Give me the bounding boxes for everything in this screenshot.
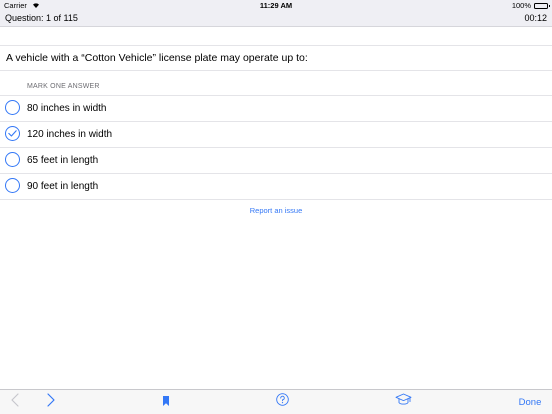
answer-instruction: MARK ONE ANSWER: [27, 83, 100, 90]
answer-label: 120 inches in width: [27, 129, 113, 140]
graduation-cap-icon: [395, 393, 412, 411]
battery-indicator: 100%: [511, 0, 550, 11]
quiz-header: Question: 1 of 115 00:12: [0, 11, 552, 27]
help-button[interactable]: [272, 390, 292, 414]
answer-label: 90 feet in length: [27, 181, 99, 192]
study-mode-button[interactable]: [392, 390, 414, 414]
chevron-left-icon: [11, 392, 19, 412]
bookmark-button[interactable]: [156, 390, 176, 414]
question-card: A vehicle with a “Cotton Vehicle” licens…: [0, 45, 552, 71]
done-button[interactable]: Done: [512, 390, 548, 414]
bottom-toolbar: Done: [0, 389, 552, 414]
answer-option-4[interactable]: 90 feet in length: [0, 174, 552, 200]
battery-percent: 100%: [511, 1, 531, 10]
question-text: A vehicle with a “Cotton Vehicle” licens…: [6, 52, 308, 64]
quiz-timer: 00:12: [524, 13, 547, 23]
answer-label: 80 inches in width: [27, 103, 107, 114]
answer-list: 80 inches in width 120 inches in width 6…: [0, 95, 552, 200]
radio-checked-icon[interactable]: [5, 126, 20, 141]
report-issue-link[interactable]: Report an issue: [0, 206, 552, 215]
question-counter: Question: 1 of 115: [5, 13, 78, 23]
help-icon: [275, 393, 289, 411]
chevron-right-icon: [47, 392, 55, 412]
status-time: 11:29 AM: [259, 1, 293, 10]
answer-option-1[interactable]: 80 inches in width: [0, 96, 552, 122]
radio-unselected-icon[interactable]: [5, 100, 20, 115]
answer-option-2[interactable]: 120 inches in width: [0, 122, 552, 148]
battery-icon: [534, 2, 550, 9]
answer-instruction-section: MARK ONE ANSWER: [0, 71, 552, 96]
answer-option-3[interactable]: 65 feet in length: [0, 148, 552, 174]
next-button[interactable]: [40, 390, 62, 414]
radio-unselected-icon[interactable]: [5, 152, 20, 167]
answer-label: 65 feet in length: [27, 155, 99, 166]
radio-unselected-icon[interactable]: [5, 178, 20, 193]
status-bar: Carrier 11:29 AM 100%: [0, 0, 552, 11]
bookmark-icon: [163, 393, 169, 411]
previous-button[interactable]: [4, 390, 26, 414]
